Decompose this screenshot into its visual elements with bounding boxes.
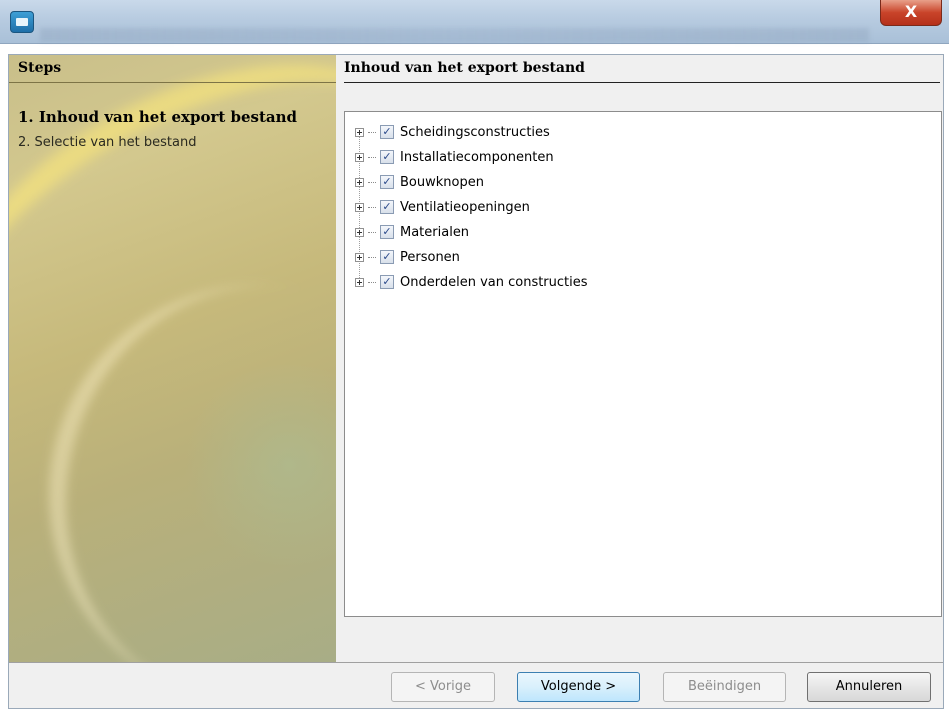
tree-connector [368, 206, 376, 208]
expand-icon[interactable] [355, 252, 364, 262]
content-header: Inhoud van het export bestand [344, 55, 940, 83]
tree-item-label: Personen [400, 249, 460, 265]
tree-item[interactable]: ✓ Onderdelen van constructies [355, 272, 588, 292]
finish-button[interactable]: Beëindigen [663, 672, 786, 702]
wizard-window: Steps 1. Inhoud van het export bestand 2… [8, 54, 944, 709]
tree-connector [368, 281, 376, 283]
tree-item[interactable]: ✓ Ventilatieopeningen [355, 197, 530, 217]
footer-divider [9, 662, 943, 663]
step-item-content: 1. Inhoud van het export bestand [18, 108, 298, 126]
tree-connector [368, 231, 376, 233]
next-button[interactable]: Volgende > [517, 672, 640, 702]
expand-icon[interactable] [355, 202, 364, 212]
tree-connector [368, 131, 376, 133]
checkbox[interactable]: ✓ [380, 175, 394, 189]
close-button[interactable]: X [880, 0, 942, 26]
expand-icon[interactable] [355, 277, 364, 287]
tree-item-label: Materialen [400, 224, 470, 240]
title-bar-blurred-text [40, 28, 869, 42]
steps-panel: Steps 1. Inhoud van het export bestand 2… [9, 55, 336, 662]
tree-connector [368, 181, 376, 183]
export-content-tree[interactable]: ✓ Scheidingsconstructies ✓ Installatieco… [344, 111, 942, 617]
checkbox[interactable]: ✓ [380, 225, 394, 239]
expand-icon[interactable] [355, 177, 364, 187]
checkbox[interactable]: ✓ [380, 200, 394, 214]
tree-item-label: Ventilatieopeningen [400, 199, 530, 215]
tree-connector [368, 156, 376, 158]
checkbox[interactable]: ✓ [380, 125, 394, 139]
tree-item[interactable]: ✓ Bouwknopen [355, 172, 484, 192]
tree-item[interactable]: ✓ Installatiecomponenten [355, 147, 554, 167]
checkbox[interactable]: ✓ [380, 150, 394, 164]
checkbox[interactable]: ✓ [380, 275, 394, 289]
previous-button[interactable]: < Vorige [391, 672, 495, 702]
tree-item-label: Scheidingsconstructies [400, 124, 550, 140]
expand-icon[interactable] [355, 227, 364, 237]
tree-item-label: Onderdelen van constructies [400, 274, 588, 290]
steps-header: Steps [9, 55, 336, 83]
checkbox[interactable]: ✓ [380, 250, 394, 264]
cancel-button[interactable]: Annuleren [807, 672, 931, 702]
app-icon [10, 11, 34, 33]
step-item-selection: 2. Selectie van het bestand [18, 135, 197, 150]
tree-item[interactable]: ✓ Materialen [355, 222, 469, 242]
tree-item-label: Installatiecomponenten [400, 149, 554, 165]
tree-item-label: Bouwknopen [400, 174, 484, 190]
expand-icon[interactable] [355, 152, 364, 162]
title-bar: X [0, 0, 949, 44]
expand-icon[interactable] [355, 127, 364, 137]
tree-connector [368, 256, 376, 258]
tree-item[interactable]: ✓ Scheidingsconstructies [355, 122, 550, 142]
tree-item[interactable]: ✓ Personen [355, 247, 460, 267]
